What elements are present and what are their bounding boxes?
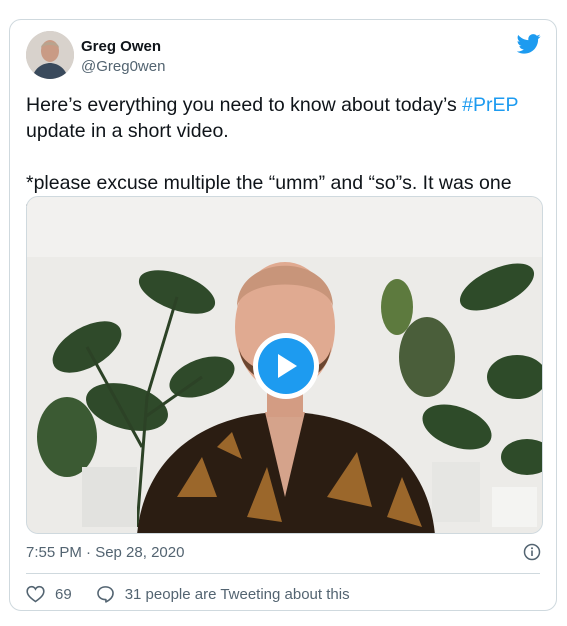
speech-bubble-icon xyxy=(96,586,114,603)
twitter-bird-icon[interactable] xyxy=(517,34,541,54)
video-player[interactable] xyxy=(26,196,543,534)
tweet-text-paragraph-1: Here’s everything you need to know about… xyxy=(26,92,546,144)
avatar[interactable] xyxy=(26,31,74,79)
like-button[interactable]: 69 xyxy=(26,585,72,603)
tweet-text-suffix: update in a short video. xyxy=(26,120,229,142)
tweet-timestamp[interactable]: 7:55 PM · Sep 28, 2020 xyxy=(26,544,184,561)
tweet-text-prefix: Here’s everything you need to know about… xyxy=(26,94,463,116)
divider xyxy=(26,573,540,574)
conversation-link[interactable]: 31 people are Tweeting about this xyxy=(96,585,350,603)
like-count: 69 xyxy=(55,585,72,603)
conversation-label: 31 people are Tweeting about this xyxy=(124,585,350,603)
hashtag-link[interactable]: #PrEP xyxy=(462,94,518,116)
author-handle[interactable]: @Greg0wen xyxy=(81,58,165,75)
play-icon xyxy=(278,354,297,378)
info-icon[interactable] xyxy=(523,543,541,561)
heart-icon xyxy=(26,585,45,603)
play-button[interactable] xyxy=(253,333,319,399)
author-name[interactable]: Greg Owen xyxy=(81,38,161,55)
tweet-actions: 69 31 people are Tweeting about this xyxy=(26,584,350,604)
tweet-card[interactable]: Greg Owen @Greg0wen Here’s everything yo… xyxy=(9,19,557,611)
avatar-image xyxy=(26,31,74,79)
